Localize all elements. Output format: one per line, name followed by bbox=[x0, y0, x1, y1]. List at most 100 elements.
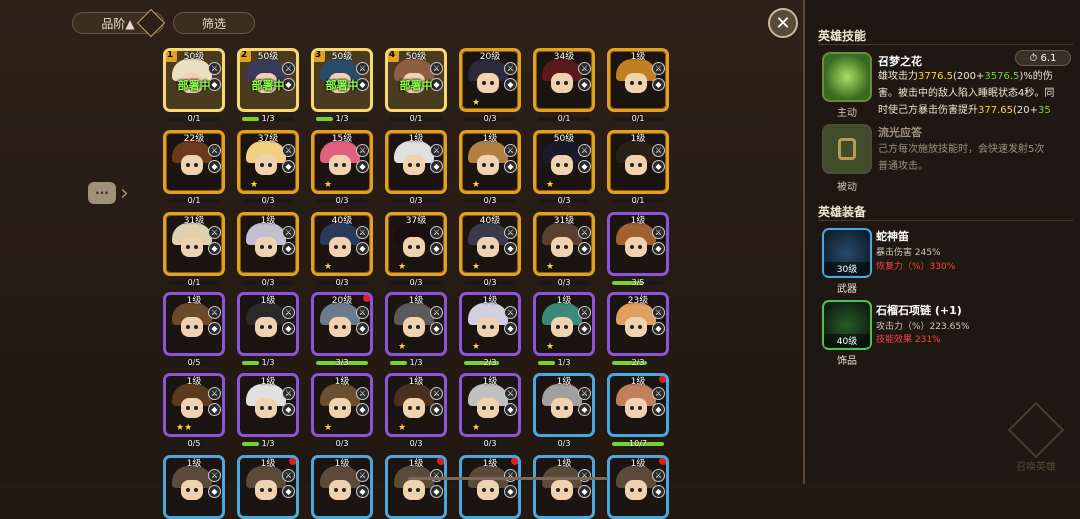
close-button[interactable]: ✕ bbox=[768, 8, 798, 38]
hero-eye bbox=[416, 163, 420, 167]
hero-eye bbox=[490, 325, 494, 329]
hero-card[interactable]: 1级 ⚔ ◆ ★ bbox=[459, 292, 521, 356]
hero-card[interactable]: 1级 ⚔ ◆ bbox=[459, 455, 521, 519]
hero-card[interactable]: 50级 ⚔ ◆ 部署中 3 bbox=[311, 48, 373, 112]
shard-progress: 2/3 bbox=[612, 358, 664, 367]
hero-card[interactable]: 1级 ⚔ ◆ ★ bbox=[533, 292, 595, 356]
hero-card[interactable]: 37级 ⚔ ◆ ★ bbox=[385, 212, 447, 276]
filter-button[interactable]: 筛选 bbox=[173, 12, 255, 34]
hero-card[interactable]: 1级 ⚔ ◆ ★ bbox=[311, 373, 373, 437]
skill-flower-icon[interactable] bbox=[822, 52, 872, 102]
hero-card[interactable]: 1级 ⚔ ◆ bbox=[385, 455, 447, 519]
deploy-slot-number: 1 bbox=[166, 51, 177, 62]
hero-eye bbox=[556, 488, 560, 492]
hero-card[interactable]: 20级 ⚔ ◆ ★ bbox=[459, 48, 521, 112]
skills-divider bbox=[818, 44, 1073, 45]
hero-card[interactable]: 15级 ⚔ ◆ ★ bbox=[311, 130, 373, 194]
hero-card[interactable]: 40级 ⚔ ◆ ★ bbox=[459, 212, 521, 276]
hero-card[interactable]: 50级 ⚔ ◆ ★ bbox=[533, 130, 595, 194]
hero-card[interactable]: 1级 ⚔ ◆ bbox=[311, 455, 373, 519]
chat-toggle-button[interactable]: ··· › bbox=[88, 178, 138, 208]
hero-portrait bbox=[542, 223, 582, 267]
hero-face bbox=[477, 155, 499, 175]
hero-card[interactable]: 1级 ⚔ ◆ bbox=[237, 373, 299, 437]
hero-card[interactable]: 1级 ⚔ ◆ bbox=[533, 455, 595, 519]
deployed-label: 部署中 bbox=[325, 79, 359, 92]
progress-text: 2/3 bbox=[631, 358, 645, 367]
hero-eye bbox=[260, 163, 264, 167]
hero-card[interactable]: 23级 ⚔ ◆ bbox=[607, 292, 669, 356]
hero-eye bbox=[482, 488, 486, 492]
hero-eye bbox=[638, 488, 642, 492]
progress-text: 0/1 bbox=[631, 196, 645, 205]
hero-face bbox=[403, 398, 425, 418]
hero-card[interactable]: 22级 ⚔ ◆ bbox=[163, 130, 225, 194]
progress-text: 0/1 bbox=[631, 114, 645, 123]
hero-eye bbox=[490, 81, 494, 85]
notification-dot bbox=[363, 295, 370, 302]
hero-card[interactable]: 1级 ⚔ ◆ bbox=[607, 48, 669, 112]
skills-header: 英雄技能 bbox=[818, 29, 867, 43]
hero-portrait bbox=[468, 141, 508, 185]
hero-card[interactable]: 1级 ⚔ ◆ bbox=[533, 373, 595, 437]
hero-card[interactable]: 1级 ⚔ ◆ bbox=[607, 130, 669, 194]
hero-card[interactable]: 31级 ⚔ ◆ ★ bbox=[533, 212, 595, 276]
hero-card[interactable]: 37级 ⚔ ◆ ★ bbox=[237, 130, 299, 194]
hero-card[interactable]: 20级 ⚔ ◆ bbox=[311, 292, 373, 356]
hero-card[interactable]: 1级 ⚔ ◆ ★ bbox=[459, 130, 521, 194]
hero-card[interactable]: 40级 ⚔ ◆ ★ bbox=[311, 212, 373, 276]
hero-card[interactable]: 1级 ⚔ ◆ bbox=[163, 292, 225, 356]
hero-card[interactable]: 1级 ⚔ ◆ bbox=[163, 455, 225, 519]
element-icon: ◆ bbox=[652, 78, 665, 91]
progress-text: 0/3 bbox=[557, 278, 571, 287]
skill2-desc-line1: 己方每次施放技能时，会快速发射5次 bbox=[878, 144, 1045, 155]
hero-card[interactable]: 1级 ⚔ ◆ bbox=[237, 292, 299, 356]
scrollbar[interactable] bbox=[408, 477, 608, 480]
hero-card[interactable]: 1级 ⚔ ◆ bbox=[607, 455, 669, 519]
hero-card[interactable]: 1级 ⚔ ◆ ★ bbox=[385, 292, 447, 356]
hero-card[interactable]: 1级 ⚔ ◆ ★★ bbox=[163, 373, 225, 437]
flute-weapon-icon[interactable]: 30级 bbox=[822, 228, 872, 278]
hero-card[interactable]: 1级 ⚔ ◆ ★ bbox=[385, 373, 447, 437]
element-icon: ◆ bbox=[504, 322, 517, 335]
progress-text: 1/3 bbox=[557, 358, 571, 367]
notification-dot bbox=[511, 458, 518, 465]
hero-card[interactable]: 1级 ⚔ ◆ ★ bbox=[459, 373, 521, 437]
class-icon: ⚔ bbox=[282, 306, 295, 319]
star-rating: ★ bbox=[398, 423, 407, 433]
progress-text: 0/1 bbox=[557, 114, 571, 123]
progress-text: 0/3 bbox=[557, 439, 571, 448]
hero-card[interactable]: 34级 ⚔ ◆ bbox=[533, 48, 595, 112]
hero-eye bbox=[564, 163, 568, 167]
hero-card[interactable]: 1级 ⚔ ◆ bbox=[237, 212, 299, 276]
hero-card[interactable]: 1级 ⚔ ◆ bbox=[385, 130, 447, 194]
class-icon: ⚔ bbox=[356, 62, 369, 75]
equip-header: 英雄装备 bbox=[818, 205, 867, 219]
element-icon: ◆ bbox=[578, 160, 591, 173]
hero-card[interactable]: 50级 ⚔ ◆ 部署中 1 bbox=[163, 48, 225, 112]
hero-card[interactable]: 31级 ⚔ ◆ bbox=[163, 212, 225, 276]
hero-card[interactable]: 1级 ⚔ ◆ bbox=[607, 212, 669, 276]
hero-card[interactable]: 1级 ⚔ ◆ bbox=[607, 373, 669, 437]
progress-text: 3/3 bbox=[335, 358, 349, 367]
notification-dot bbox=[659, 458, 666, 465]
summon-label: 召唤英雄 bbox=[1016, 462, 1056, 473]
hero-portrait bbox=[320, 303, 360, 347]
hero-face bbox=[255, 155, 277, 175]
hero-portrait bbox=[394, 223, 434, 267]
element-icon: ◆ bbox=[430, 485, 443, 498]
shard-progress: 1/3 bbox=[242, 439, 294, 448]
hero-card[interactable]: 1级 ⚔ ◆ bbox=[237, 455, 299, 519]
hero-card[interactable]: 50级 ⚔ ◆ 部署中 2 bbox=[237, 48, 299, 112]
hero-eye bbox=[638, 325, 642, 329]
hero-card[interactable]: 50级 ⚔ ◆ 部署中 4 bbox=[385, 48, 447, 112]
hero-eye bbox=[416, 406, 420, 410]
hero-portrait bbox=[542, 384, 582, 428]
deploy-slot-number: 2 bbox=[240, 51, 251, 62]
summon-hero-button[interactable]: 召唤英雄 bbox=[1000, 401, 1072, 480]
class-icon: ⚔ bbox=[504, 226, 517, 239]
shard-progress: 1/3 bbox=[242, 114, 294, 123]
hero-face bbox=[181, 237, 203, 257]
skill2-locked-icon[interactable] bbox=[822, 124, 872, 174]
necklace-accessory-icon[interactable]: 40级 bbox=[822, 300, 872, 350]
